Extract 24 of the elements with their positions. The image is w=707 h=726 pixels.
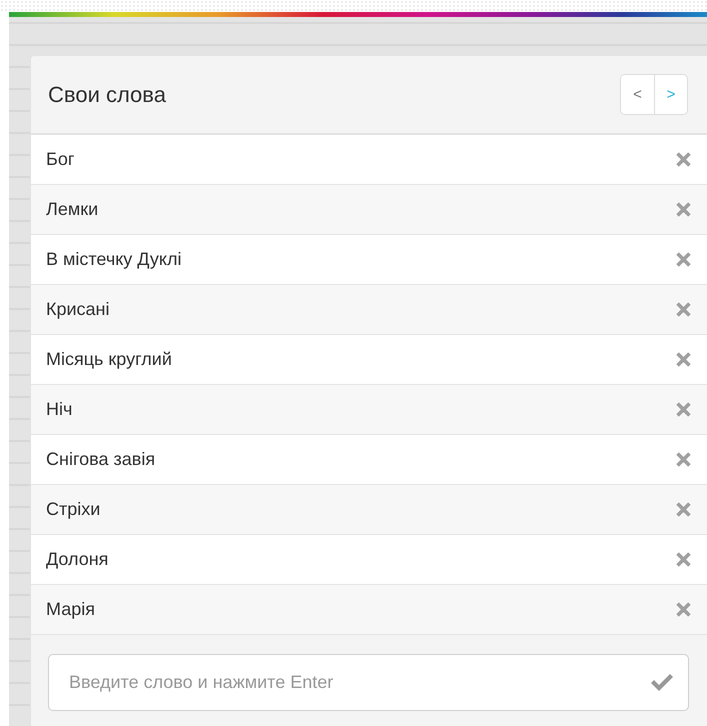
panel-title: Свои слова: [48, 82, 166, 108]
delete-icon[interactable]: [676, 302, 691, 317]
word-text: Ніч: [46, 399, 72, 420]
next-button[interactable]: >: [654, 75, 687, 114]
word-text: Снігова завія: [46, 449, 156, 470]
word-text: Бог: [46, 149, 74, 170]
word-text: Місяць круглий: [46, 349, 172, 370]
word-text: Лемки: [46, 199, 98, 220]
word-text: В містечку Дуклі: [46, 249, 182, 270]
word-input-field[interactable]: Введите слово и нажмите Enter: [48, 654, 689, 711]
delete-icon[interactable]: [676, 402, 691, 417]
word-text: Крисані: [46, 299, 110, 320]
check-icon[interactable]: [649, 671, 675, 693]
delete-icon[interactable]: [676, 552, 691, 567]
delete-icon[interactable]: [676, 352, 691, 367]
delete-icon[interactable]: [676, 252, 691, 267]
delete-icon[interactable]: [676, 152, 691, 167]
delete-icon[interactable]: [676, 502, 691, 517]
delete-icon[interactable]: [676, 452, 691, 467]
word-text: Марія: [46, 599, 95, 620]
word-text: Стріхи: [46, 499, 100, 520]
word-text: Долоня: [46, 549, 108, 570]
delete-icon[interactable]: [676, 602, 691, 617]
delete-icon[interactable]: [676, 202, 691, 217]
